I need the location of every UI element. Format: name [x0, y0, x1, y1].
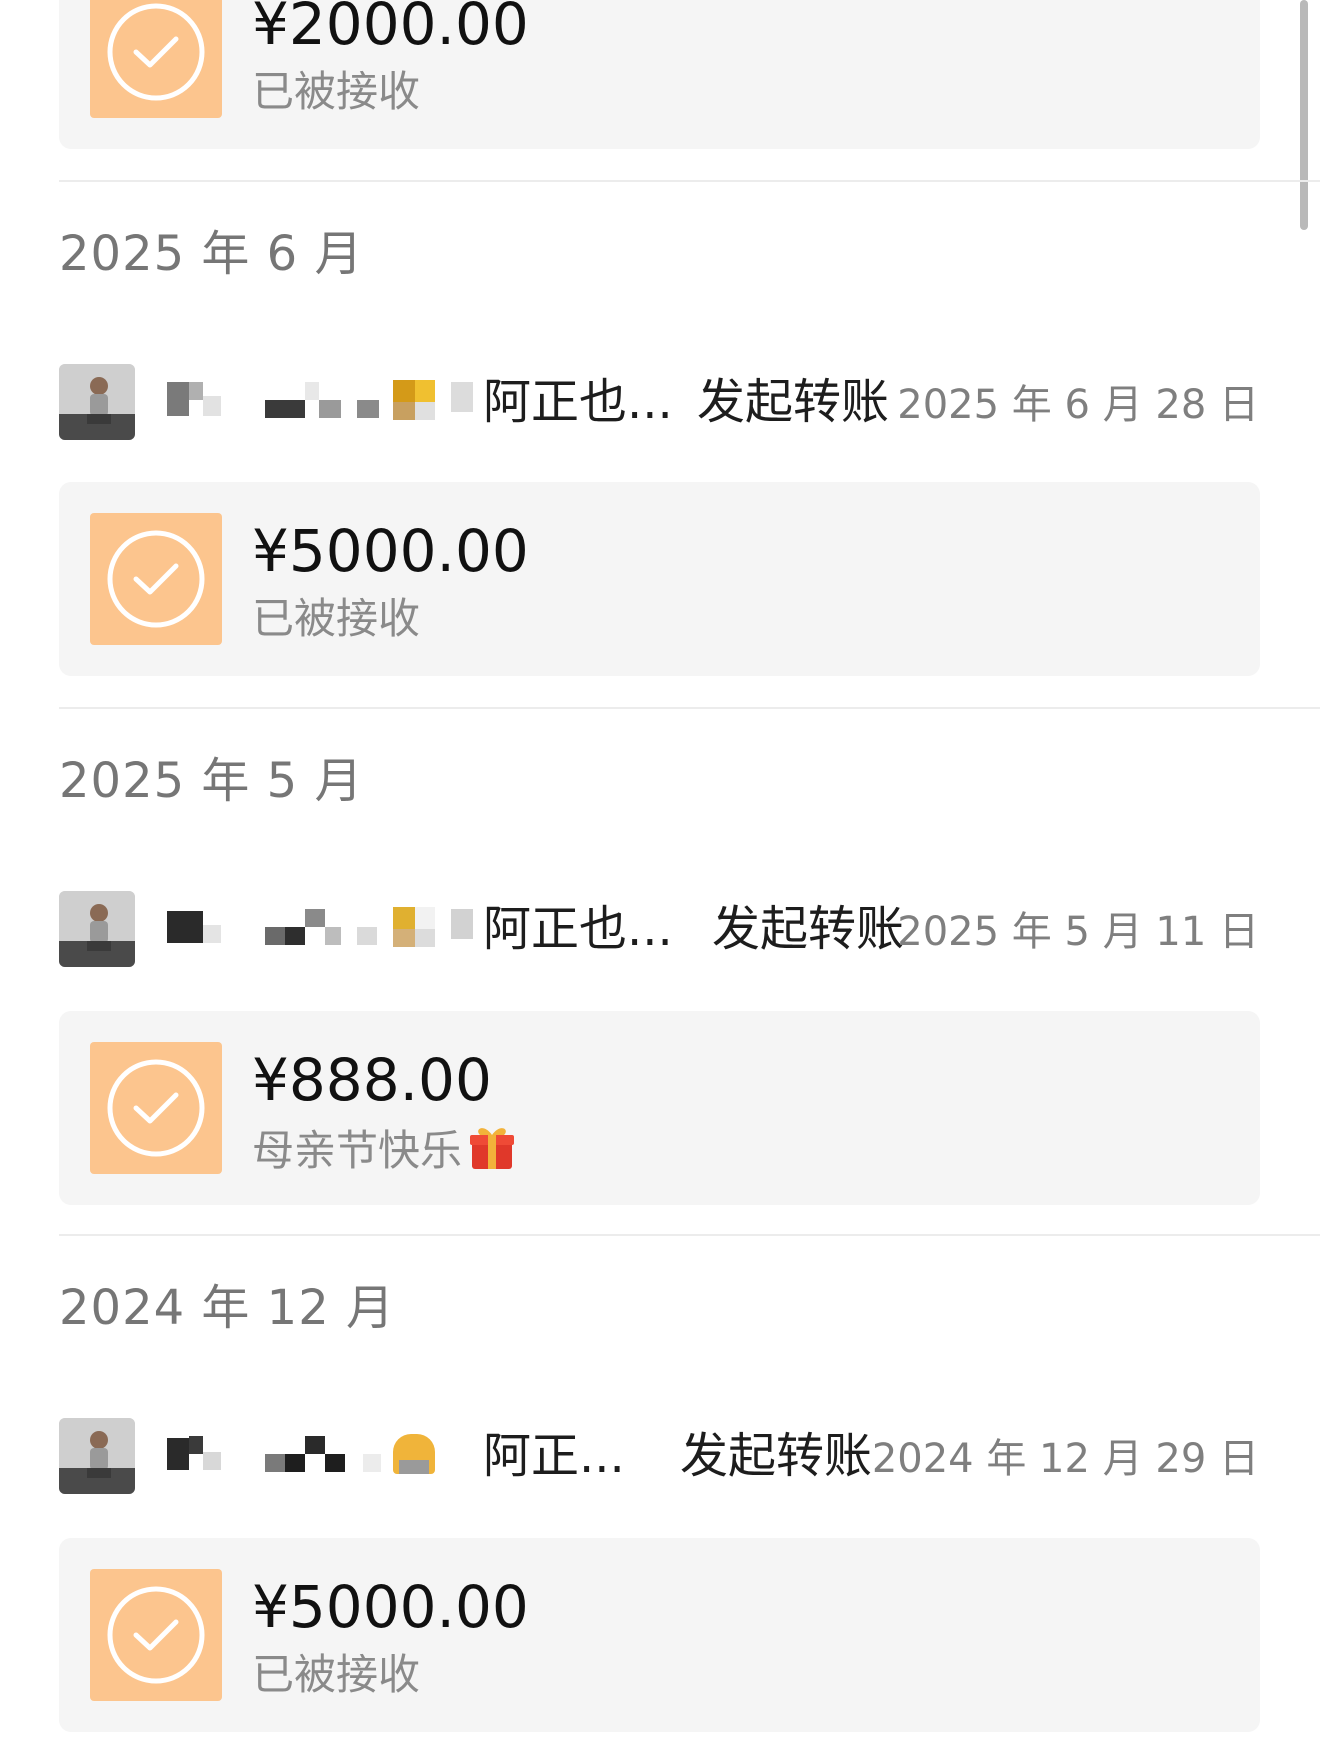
- transfer-date: 2025 年 5 月 11 日: [897, 909, 1259, 955]
- divider: [59, 1234, 1320, 1236]
- month-header: 2025 年 6 月: [59, 226, 364, 282]
- transfer-row[interactable]: 阿正也... 发起转账 2025 年 5 月 11 日: [59, 891, 1259, 967]
- transfer-status: 已被接收: [252, 594, 421, 643]
- divider: [59, 707, 1320, 709]
- blurred-name: [167, 378, 473, 428]
- transfer-history-page: ¥2000.00 已被接收 2025 年 6 月 阿正也... 发起转账 202…: [0, 0, 1320, 1760]
- transfer-card[interactable]: ¥5000.00 已被接收: [59, 1538, 1260, 1732]
- month-header: 2024 年 12 月: [59, 1280, 396, 1336]
- transfer-action: 发起转账: [712, 901, 905, 957]
- blurred-name: [167, 905, 473, 955]
- transfer-row[interactable]: 阿正... 发起转账 2024 年 12 月 29 日: [59, 1418, 1259, 1494]
- avatar[interactable]: [59, 364, 135, 440]
- transfer-amount: ¥888.00: [252, 1046, 492, 1114]
- transfer-status: 已被接收: [252, 67, 421, 116]
- check-circle-icon: [90, 1569, 222, 1701]
- transfer-amount: ¥5000.00: [252, 1573, 529, 1641]
- transfer-action: 发起转账: [697, 374, 890, 430]
- transfer-card[interactable]: ¥2000.00 已被接收: [59, 0, 1260, 149]
- sender-name: 阿正也...: [483, 374, 673, 430]
- transfer-amount: ¥2000.00: [252, 0, 529, 58]
- check-circle-icon: [90, 1042, 222, 1174]
- transfer-note-text: 母亲节快乐: [252, 1126, 463, 1175]
- transfer-action: 发起转账: [680, 1428, 873, 1484]
- transfer-status: 已被接收: [252, 1650, 421, 1699]
- transfer-date: 2024 年 12 月 29 日: [871, 1436, 1259, 1482]
- check-circle-icon: [90, 0, 222, 118]
- gift-icon: [466, 1121, 518, 1186]
- transfer-card[interactable]: ¥888.00 母亲节快乐: [59, 1011, 1260, 1205]
- transfer-date: 2025 年 6 月 28 日: [897, 382, 1259, 428]
- divider: [59, 180, 1320, 182]
- sender-name: 阿正也...: [483, 901, 673, 957]
- blurred-name: [167, 1432, 473, 1482]
- avatar[interactable]: [59, 1418, 135, 1494]
- transfer-note: 母亲节快乐: [252, 1121, 518, 1186]
- transfer-amount: ¥5000.00: [252, 517, 529, 585]
- avatar[interactable]: [59, 891, 135, 967]
- sender-name: 阿正...: [483, 1428, 625, 1484]
- transfer-row[interactable]: 阿正也... 发起转账 2025 年 6 月 28 日: [59, 364, 1259, 440]
- check-circle-icon: [90, 513, 222, 645]
- transfer-card[interactable]: ¥5000.00 已被接收: [59, 482, 1260, 676]
- scrollbar[interactable]: [1300, 0, 1308, 230]
- month-header: 2025 年 5 月: [59, 753, 364, 809]
